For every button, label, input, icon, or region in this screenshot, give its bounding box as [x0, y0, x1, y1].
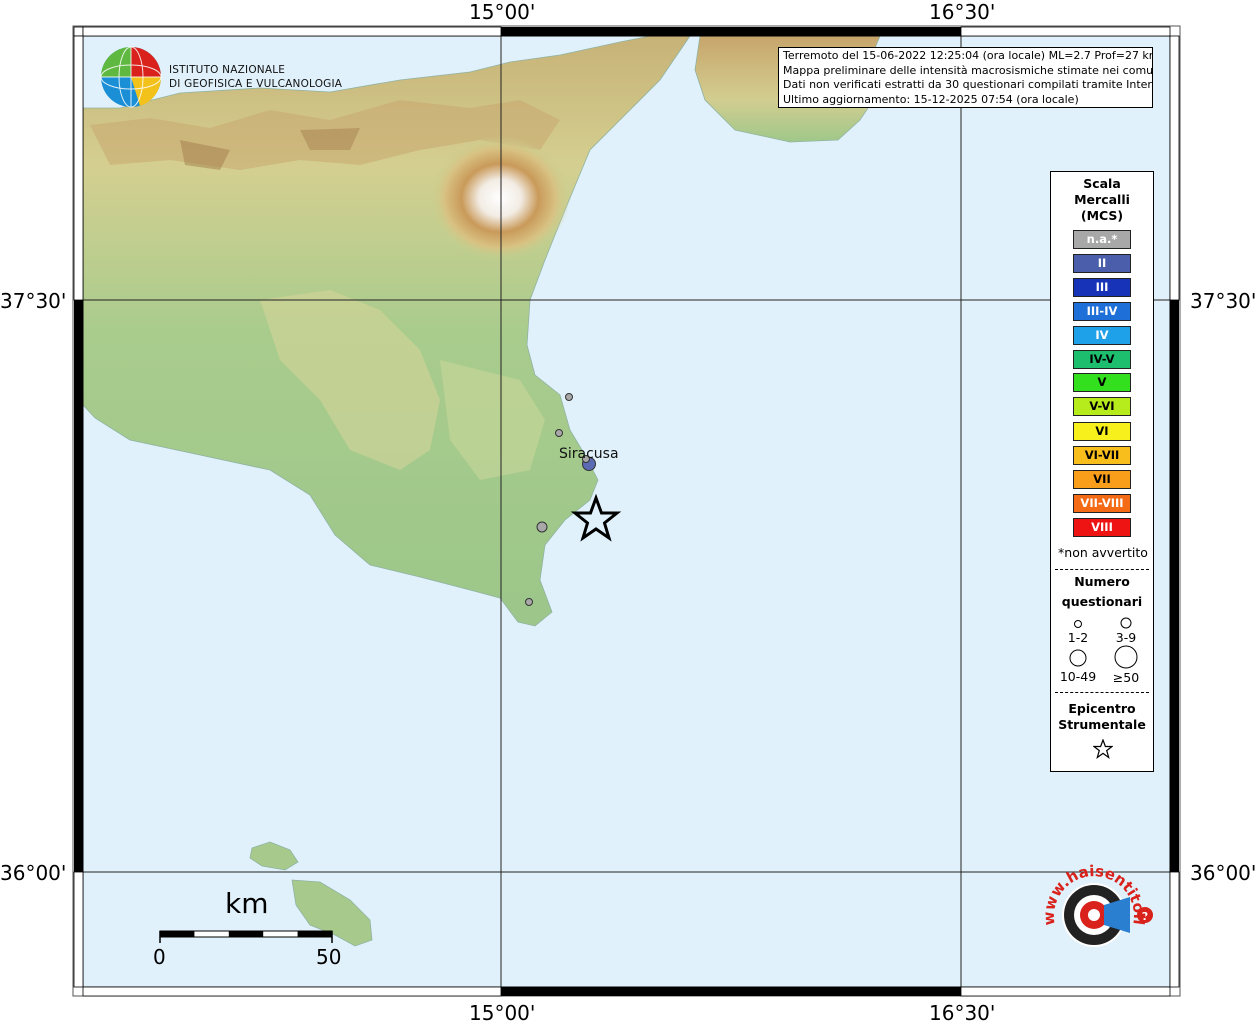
institute-name-line2: DI GEOFISICA E VULCANOLOGIA — [169, 77, 343, 90]
lon-label-top-left: 15°00' — [469, 0, 536, 24]
legend-swatch-viii: VIII — [1073, 518, 1131, 537]
observation-point — [525, 598, 533, 606]
event-info-line: Terremoto del 15-06-2022 12:25:04 (ora l… — [783, 49, 1153, 62]
etna-volcano — [430, 136, 570, 260]
legend-not-felt-note: *non avvertito — [1058, 545, 1148, 560]
legend-swatch-v-vi: V-VI — [1073, 397, 1131, 416]
institute-name: ISTITUTO NAZIONALE DI GEOFISICA E VULCAN… — [169, 64, 342, 91]
legend-title-line: Mercalli — [1074, 192, 1130, 207]
legend-swatch-vi: VI — [1073, 422, 1131, 441]
legend-title-line: Scala — [1083, 176, 1121, 191]
event-info-line: Ultimo aggiornamento: 15-12-2025 07:54 (… — [783, 92, 1079, 106]
lat-label-left-lower: 36°00' — [0, 861, 67, 885]
event-info-line: Dati non verificati estratti da 30 quest… — [783, 78, 1153, 91]
legend-count-label: 3-9 — [1115, 630, 1137, 645]
lat-label-right-upper: 37°30' — [1190, 289, 1255, 313]
legend-swatch-iii-iv: III-IV — [1073, 302, 1131, 321]
legend-count-label: 1-2 — [1067, 630, 1089, 645]
institute-name-line1: ISTITUTO NAZIONALE — [169, 64, 286, 76]
legend-swatch-iv: IV — [1073, 326, 1131, 345]
legend-epicenter-star-icon — [1093, 739, 1113, 759]
legend-title-line: (MCS) — [1080, 208, 1124, 223]
legend-swatch-vii: VII — [1073, 470, 1131, 489]
lat-label-right-lower: 36°00' — [1190, 861, 1255, 885]
scale-bar-end: 50 — [316, 945, 342, 969]
observation-point — [555, 429, 563, 437]
legend-swatch-vi-vii: VI-VII — [1073, 446, 1131, 465]
legend-count-label: 10-49 — [1059, 669, 1097, 684]
observation-point — [536, 521, 548, 533]
legend-swatch-iii: III — [1073, 278, 1131, 297]
lon-label-bottom-left: 15°00' — [469, 1001, 536, 1025]
legend-swatch-vii-viii: VII-VIII — [1073, 494, 1131, 513]
lon-label-bottom-right: 16°30' — [929, 1001, 996, 1025]
lon-label-top-right: 16°30' — [929, 0, 996, 24]
legend-panel: Scala Mercalli (MCS) n.a.* II III III-IV… — [1050, 171, 1154, 772]
lat-label-left-upper: 37°30' — [0, 289, 67, 313]
legend-swatch-v: V — [1073, 373, 1131, 392]
observation-point — [565, 393, 573, 401]
event-info-line: Mappa preliminare delle intensità macros… — [783, 63, 1153, 77]
legend-count-title-line2: questionari — [1061, 594, 1143, 609]
legend-epicenter-title-line1: Epicentro — [1068, 701, 1136, 716]
legend-count-label: ≥50 — [1112, 670, 1140, 685]
legend-swatch-iv-v: IV-V — [1073, 350, 1131, 369]
scale-bar-unit: km — [225, 887, 269, 920]
legend-epicenter-title-line2: Strumentale — [1058, 717, 1146, 732]
ingv-logo-icon — [100, 46, 162, 108]
legend-swatch-ii: II — [1073, 254, 1131, 273]
city-label-siracusa: Siracusa — [559, 446, 619, 462]
scale-bar-start: 0 — [153, 945, 166, 969]
legend-divider — [1055, 569, 1149, 570]
legend-swatch-na: n.a.* — [1073, 230, 1131, 249]
event-info-box: Terremoto del 15-06-2022 12:25:04 (ora l… — [778, 47, 1153, 108]
legend-divider — [1055, 692, 1149, 693]
legend-count-title-line1: Numero — [1074, 574, 1130, 589]
